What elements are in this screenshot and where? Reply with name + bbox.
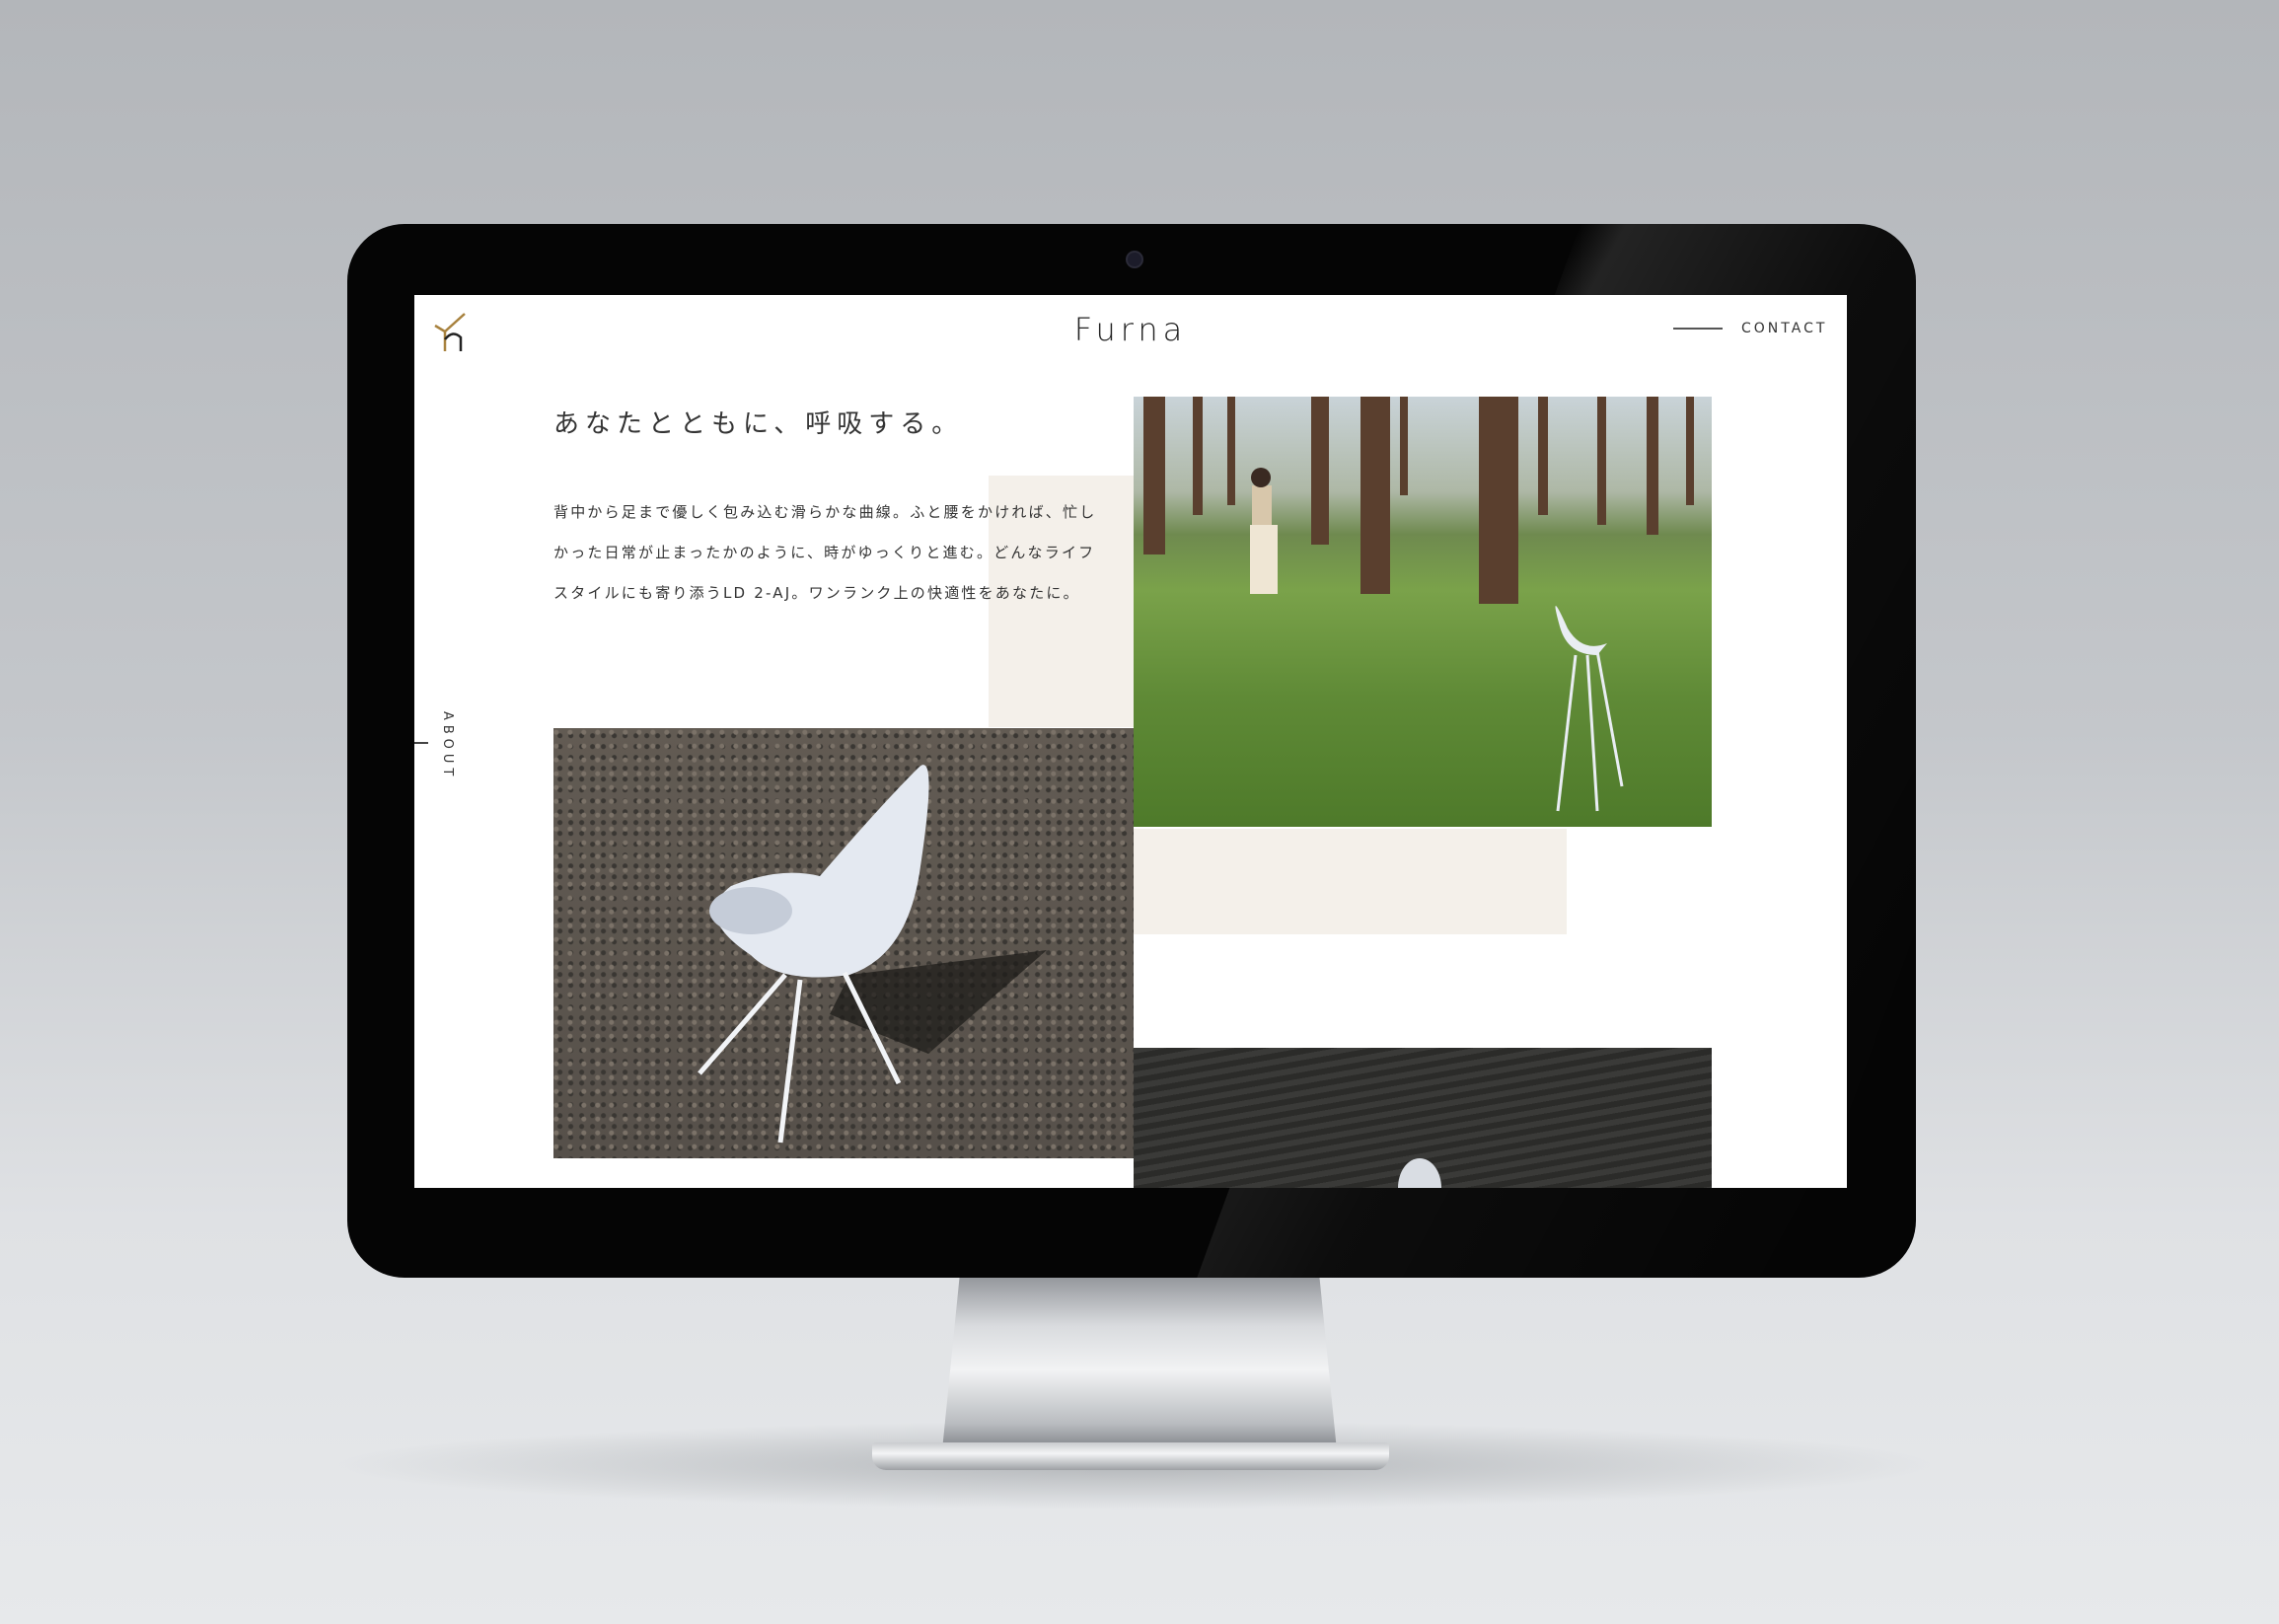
site-title[interactable]: Furna: [414, 311, 1847, 348]
contact-link[interactable]: CONTACT: [1673, 321, 1827, 336]
monitor-stand-neck: [942, 1273, 1337, 1450]
paragraph-line: スタイルにも寄り添うLD 2-AJ。ワンランク上の快適性をあなたに。: [553, 584, 1080, 602]
website-screen: Furna CONTACT ABOUT あなたとともに、呼吸する。 背中から足ま…: [414, 295, 1847, 1188]
paragraph-line: 背中から足まで優しく包み込む滑らかな曲線。ふと腰をかければ、忙し: [553, 503, 1097, 521]
chair-by-water-photo: [1134, 1048, 1712, 1188]
chair-on-gravel-photo: [553, 728, 1134, 1158]
contact-label[interactable]: CONTACT: [1741, 321, 1827, 336]
contact-line-decoration: [1673, 328, 1723, 330]
beige-accent-block: [1134, 829, 1567, 934]
camera-icon: [1126, 251, 1143, 268]
description-paragraph: 背中から足まで優しく包み込む滑らかな曲線。ふと腰をかければ、忙し かった日常が止…: [553, 492, 1106, 614]
about-indicator-line: [414, 742, 428, 744]
section-heading: あなたとともに、呼吸する。: [553, 409, 964, 439]
monitor-stand-base: [872, 1442, 1389, 1470]
forest-photo: [1134, 397, 1712, 827]
paragraph-line: かった日常が止まったかのように、時がゆっくりと進む。どんなライフ: [553, 544, 1096, 561]
about-nav-link[interactable]: ABOUT: [440, 711, 455, 780]
